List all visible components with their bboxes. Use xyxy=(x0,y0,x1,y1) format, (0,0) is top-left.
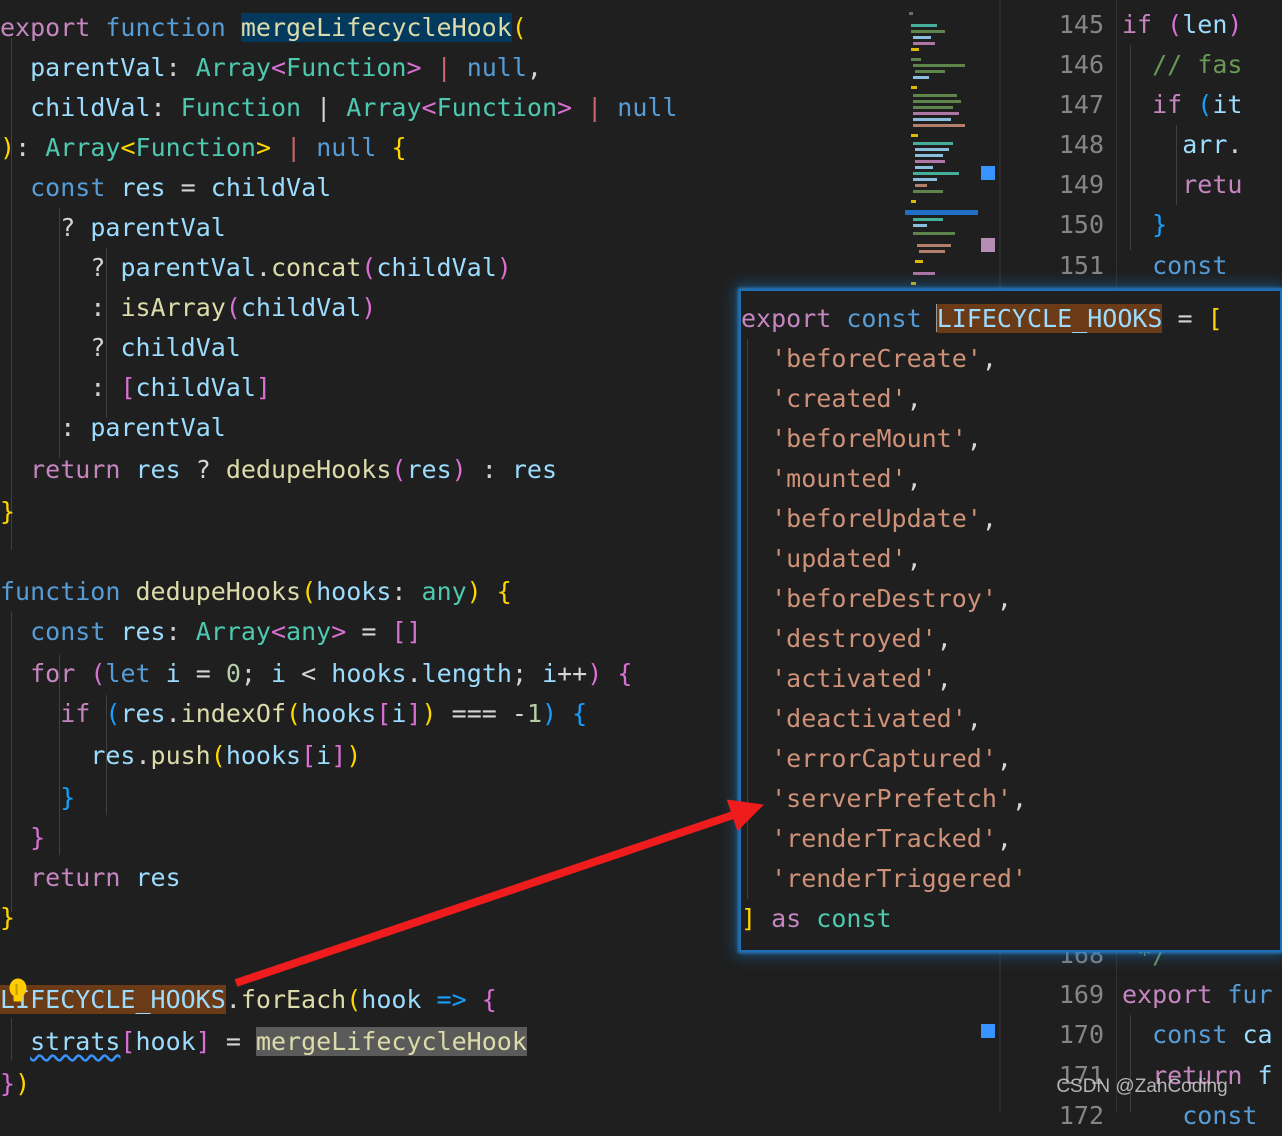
line-number: 151 xyxy=(1058,251,1104,280)
peek-hook-item[interactable]: 'errorCaptured', xyxy=(741,739,1012,779)
code-line[interactable]: } xyxy=(0,898,15,938)
line-number: 148 xyxy=(1058,130,1104,159)
line-number: 170 xyxy=(1058,1020,1104,1049)
line-number: 146 xyxy=(1058,50,1104,79)
code-line[interactable]: ? parentVal xyxy=(0,208,226,248)
code-line[interactable]: ? childVal xyxy=(0,328,241,368)
lifecycle-hooks-peek-popup[interactable]: export const LIFECYCLE_HOOKS = [ 'before… xyxy=(739,289,1282,952)
code-line[interactable]: ? parentVal.concat(childVal) xyxy=(0,248,512,288)
code-line[interactable]: const xyxy=(1122,246,1227,286)
peek-hook-item[interactable]: 'activated', xyxy=(741,659,952,699)
code-line[interactable]: } xyxy=(0,778,75,818)
peek-hook-item[interactable]: 'mounted', xyxy=(741,459,922,499)
code-line[interactable]: } xyxy=(1122,205,1167,245)
overview-ruler-mark-changed[interactable] xyxy=(981,1024,995,1038)
code-line[interactable]: parentVal: Array<Function> | null, xyxy=(0,48,542,88)
line-number: 147 xyxy=(1058,90,1104,119)
code-line[interactable]: return res xyxy=(0,858,181,898)
peek-hook-item[interactable]: 'beforeDestroy', xyxy=(741,579,1012,619)
code-line-partial-top: */ xyxy=(0,0,45,6)
peek-hook-item[interactable]: 'beforeUpdate', xyxy=(741,499,997,539)
code-line[interactable]: } xyxy=(0,492,15,532)
code-line-lifecycle-hooks-foreach[interactable]: LIFECYCLE_HOOKS.forEach(hook => { xyxy=(0,980,497,1020)
code-line[interactable]: export function mergeLifecycleHook( xyxy=(0,8,527,48)
code-line[interactable]: if (res.indexOf(hooks[i]) === -1) { xyxy=(0,694,587,734)
line-number: 172 xyxy=(1058,1101,1104,1130)
peek-closing-line[interactable]: ] as const xyxy=(741,899,892,939)
code-line[interactable]: for (let i = 0; i < hooks.length; i++) { xyxy=(0,654,632,694)
code-line[interactable]: res.push(hooks[i]) xyxy=(0,736,361,776)
indent-guide xyxy=(1130,45,1131,250)
peek-declaration-line[interactable]: export const LIFECYCLE_HOOKS = [ xyxy=(741,299,1223,339)
code-line[interactable]: retu xyxy=(1122,165,1242,205)
code-line[interactable]: }) xyxy=(0,1064,30,1104)
quick-fix-lightbulb-icon[interactable] xyxy=(7,978,29,1004)
code-line[interactable]: : [childVal] xyxy=(0,368,271,408)
peek-hook-item[interactable]: 'updated', xyxy=(741,539,922,579)
line-number: 169 xyxy=(1058,980,1104,1009)
peek-hook-item[interactable]: 'destroyed', xyxy=(741,619,952,659)
code-line[interactable]: const xyxy=(1122,1096,1257,1136)
code-line[interactable]: const res: Array<any> = [] xyxy=(0,612,421,652)
code-line[interactable]: return res ? dedupeHooks(res) : res xyxy=(0,450,557,490)
peek-hook-item[interactable]: 'beforeMount', xyxy=(741,419,982,459)
code-line[interactable]: } xyxy=(0,818,45,858)
overview-ruler-mark-changed[interactable] xyxy=(981,166,995,180)
code-line[interactable]: : parentVal xyxy=(0,408,226,448)
code-line-strats-assign[interactable]: strats[hook] = mergeLifecycleHook xyxy=(0,1022,527,1062)
peek-hook-item[interactable]: 'deactivated', xyxy=(741,699,982,739)
line-number: 145 xyxy=(1058,10,1104,39)
peek-hook-item[interactable]: 'renderTriggered' xyxy=(741,859,1027,899)
code-line[interactable]: const res = childVal xyxy=(0,168,331,208)
line-number: 149 xyxy=(1058,170,1104,199)
code-line[interactable]: const ca xyxy=(1122,1015,1272,1055)
peek-hook-item[interactable]: 'created', xyxy=(741,379,922,419)
indent-guide xyxy=(1176,125,1177,205)
code-line[interactable]: arr. xyxy=(1122,125,1242,165)
peek-hook-item[interactable]: 'beforeCreate', xyxy=(741,339,997,379)
code-line[interactable]: : isArray(childVal) xyxy=(0,288,376,328)
code-line[interactable]: if (len) xyxy=(1122,5,1242,45)
peek-hook-item[interactable]: 'serverPrefetch', xyxy=(741,779,1027,819)
code-line[interactable]: ): Array<Function> | null { xyxy=(0,128,407,168)
code-line[interactable]: export fur xyxy=(1122,975,1273,1015)
peek-hook-item[interactable]: 'renderTracked', xyxy=(741,819,1012,859)
code-line[interactable]: childVal: Function | Array<Function> | n… xyxy=(0,88,677,128)
code-line[interactable]: if (it xyxy=(1122,85,1242,125)
code-line[interactable]: // fas xyxy=(1122,45,1242,85)
line-number: 150 xyxy=(1058,210,1104,239)
indent-guide xyxy=(747,339,748,899)
overview-ruler-mark-selection[interactable] xyxy=(981,238,995,252)
code-line[interactable]: function dedupeHooks(hooks: any) { xyxy=(0,572,512,612)
watermark-text: CSDN @ZahCoding xyxy=(1056,1076,1228,1097)
